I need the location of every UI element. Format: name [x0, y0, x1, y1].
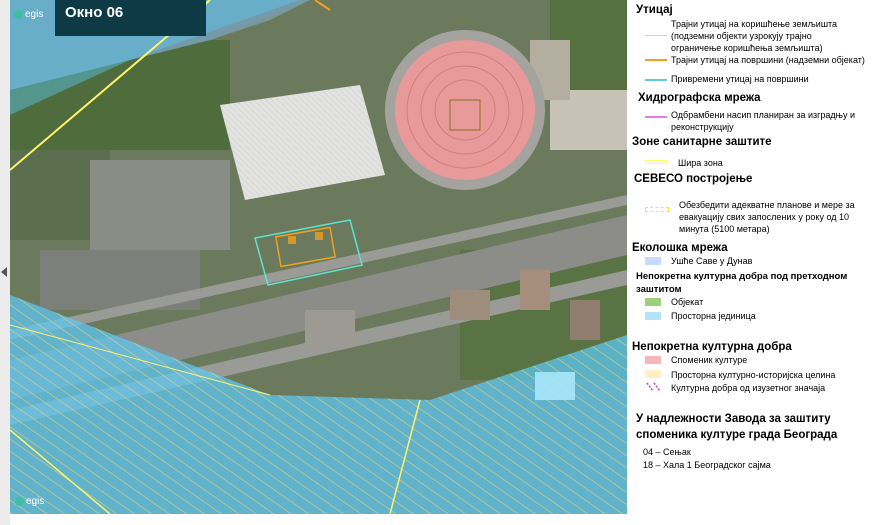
legend-heading-seveso: СЕВЕСО постројење — [634, 173, 753, 185]
egis-logo-bottom-text: egis — [26, 496, 45, 507]
legend-heading-protected-2: заштитом — [636, 284, 682, 295]
legend-heading-impact: Утицај — [636, 4, 673, 16]
map-canvas — [10, 0, 627, 514]
legend-temporary-surface: Привремени утицај на површини — [671, 74, 809, 84]
legend-heading-sanitary: Зоне санитарне заштите — [632, 136, 772, 148]
embankment-swatch — [645, 116, 667, 118]
legend-permanent-surface: Трајни утицај на површини (надземни обје… — [671, 55, 865, 65]
seveso-swatch — [645, 207, 669, 212]
egis-logo-bottom-icon — [15, 497, 24, 506]
cultural-object-swatch — [645, 298, 661, 306]
heritage-monument-swatch — [645, 356, 661, 364]
exceptional-significance-swatch — [646, 382, 661, 392]
historic-unit-swatch — [645, 370, 661, 378]
left-collapse-bar[interactable] — [0, 0, 10, 525]
legend-item-04: 04 – Сењак — [643, 447, 691, 457]
legend-heading-eco: Еколошка мрежа — [632, 242, 728, 254]
cultural-spatial-unit-swatch — [645, 312, 661, 320]
collapse-arrow-icon[interactable] — [1, 267, 7, 277]
egis-logo-icon — [14, 10, 23, 19]
legend-seveso-note: Обезбедити адекватне планове и мере за — [679, 200, 855, 210]
legend-embankment-2: реконструкцију — [671, 122, 734, 132]
legend-seveso-note-3: минута (5100 метара) — [679, 224, 770, 234]
legend-item-18: 18 – Хала 1 Београдског сајма — [643, 460, 771, 470]
legend-seveso-note-2: евакуацију свих запослених у року од 10 — [679, 212, 850, 222]
temporary-surface-swatch — [645, 79, 667, 81]
legend-object: Објекат — [671, 297, 704, 307]
map-view[interactable]: Окно 06 egis egis — [10, 0, 627, 514]
permanent-land-use-swatch — [645, 35, 667, 36]
egis-logo-text: egis — [25, 9, 44, 20]
legend-heading-protected: Непокретна културна добра под претходном — [636, 271, 848, 282]
legend-permanent-land-use-3: ограничење коришћења земљишта) — [671, 43, 823, 53]
window-title: Окно 06 — [65, 4, 124, 21]
legend-exceptional: Културна добра од изузетног значаја — [671, 383, 826, 393]
legend-wide-zone: Шира зона — [678, 158, 723, 168]
legend-permanent-land-use-2: (подземни објекти узрокују трајно — [671, 31, 812, 41]
legend-heading-institute-2: споменика културе града Београда — [636, 429, 838, 441]
egis-logo: egis — [14, 9, 43, 20]
legend-heading-institute: У надлежности Завода за заштиту — [636, 413, 831, 425]
legend-embankment: Одбрамбени насип планиран за изградњу и — [671, 110, 856, 120]
legend-heading-cultural: Непокретна културна добра — [632, 341, 792, 353]
legend-sava-danube: Ушће Саве у Дунав — [671, 256, 753, 266]
legend-historic-unit: Просторна културно-историјска целина — [671, 370, 836, 380]
egis-logo-bottom: egis — [15, 496, 44, 507]
permanent-surface-swatch — [645, 59, 667, 61]
map-legend: Утицај Трајни утицај на коришћење земљиш… — [628, 0, 888, 525]
eco-network-swatch — [645, 257, 661, 265]
legend-heading-hydro: Хидрографска мрежа — [638, 92, 761, 104]
legend-permanent-land-use: Трајни утицај на коришћење земљишта — [671, 19, 838, 29]
legend-monument: Споменик културе — [671, 355, 748, 365]
legend-spatial-unit: Просторна јединица — [671, 311, 756, 321]
sanitary-zone-swatch — [645, 160, 667, 164]
